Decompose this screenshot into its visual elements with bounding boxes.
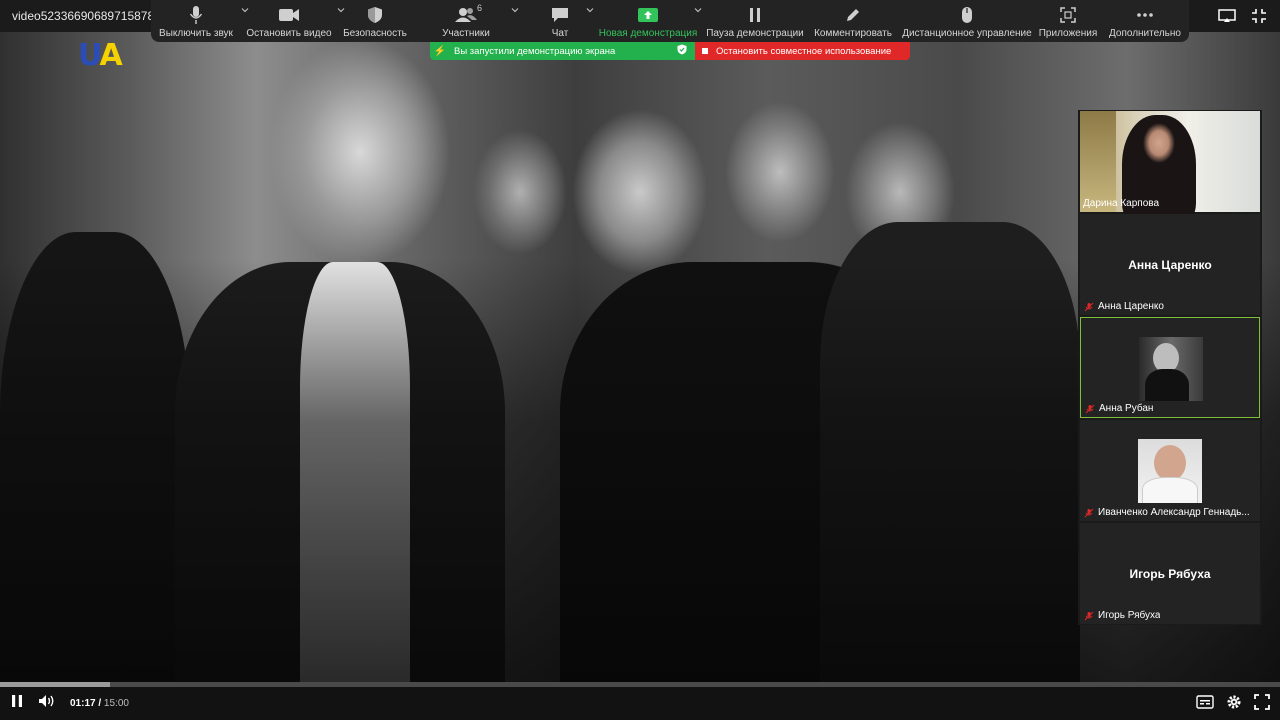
chat-label: Чат (551, 28, 569, 39)
chevron-down-icon[interactable] (586, 6, 594, 14)
avatar-body (1142, 477, 1198, 503)
sharing-status-text: Вы запустили демонстрацию экрана (454, 45, 616, 57)
participant-nameplate: Игорь Рябуха (1084, 610, 1256, 621)
player-right-controls (1196, 694, 1270, 715)
current-time: 01:17 (70, 698, 96, 709)
muted-microphone-icon (1084, 611, 1094, 620)
more-button[interactable]: Дополнительно (1108, 0, 1182, 42)
meeting-toolbar: Выключить звук Остановить видео Безопасн… (151, 0, 1189, 42)
apps-button[interactable]: Приложения (1038, 0, 1098, 42)
more-icon (1136, 5, 1154, 25)
chevron-down-icon[interactable] (694, 6, 702, 14)
participant-display-name: Игорь Рябуха (1129, 567, 1211, 581)
mute-button[interactable]: Выключить звук (151, 0, 249, 42)
mute-label: Выключить звук (159, 28, 233, 39)
pause-share-label: Пауза демонстрации (706, 28, 804, 39)
zoom-window: video523366906897158781 UA Выключить зву… (0, 0, 1280, 720)
duration: 15:00 (103, 698, 129, 709)
participant-nameplate: Иванченко Александр Геннадь... (1084, 507, 1256, 518)
participant-name: Анна Рубан (1099, 403, 1154, 414)
pause-icon (748, 5, 762, 25)
pause-share-button[interactable]: Пауза демонстрации (706, 0, 804, 42)
lightning-icon: ⚡ (433, 45, 447, 57)
shield-check-icon (677, 44, 695, 58)
participants-icon (454, 5, 478, 25)
annotate-label: Комментировать (814, 28, 892, 39)
participant-tile[interactable]: Игорь Рябуха Игорь Рябуха (1080, 523, 1260, 624)
participant-tile-active[interactable]: Анна Рубан (1080, 317, 1260, 418)
pause-icon[interactable] (10, 694, 24, 713)
cast-screen-icon[interactable] (1216, 5, 1238, 27)
volume-icon[interactable] (38, 694, 56, 713)
shield-icon (367, 5, 383, 25)
captions-icon[interactable] (1196, 695, 1214, 714)
annotate-button[interactable]: Комментировать (812, 0, 894, 42)
pencil-icon (845, 5, 861, 25)
participant-tile[interactable]: Иванченко Александр Геннадь... (1080, 420, 1260, 521)
participant-avatar (1138, 439, 1202, 503)
background-door (1080, 111, 1116, 212)
participant-name: Иванченко Александр Геннадь... (1098, 507, 1250, 518)
time-separator: / (95, 698, 104, 709)
participant-nameplate: Анна Рубан (1085, 403, 1255, 414)
playback-time: 01:17 / 15:00 (70, 698, 129, 709)
seek-bar-progress (0, 682, 111, 687)
apps-icon (1060, 5, 1076, 25)
stop-video-button[interactable]: Остановить видео (241, 0, 345, 42)
participant-name: Анна Царенко (1098, 301, 1164, 312)
participant-tile-video[interactable]: Дарина Карпова (1080, 111, 1260, 225)
stop-video-label: Остановить видео (246, 28, 332, 39)
participant-nameplate: Дарина Карпова (1083, 198, 1256, 209)
chat-button[interactable]: Чат (540, 0, 594, 42)
more-label: Дополнительно (1109, 28, 1181, 39)
participants-count: 6 (477, 3, 483, 13)
seek-bar[interactable] (0, 682, 1280, 687)
fullscreen-exit-icon[interactable] (1248, 5, 1270, 27)
participant-name: Игорь Рябуха (1098, 610, 1161, 621)
video-camera-icon (278, 5, 300, 25)
remote-control-button[interactable]: Дистанционное управление (902, 0, 1032, 42)
new-share-label: Новая демонстрация (598, 28, 698, 39)
security-label: Безопасность (343, 28, 407, 39)
participant-display-name: Анна Царенко (1128, 258, 1212, 272)
mouse-icon (961, 5, 973, 25)
participants-gallery: Дарина Карпова Анна Царенко Анна Царенко… (1078, 110, 1262, 625)
participant-video-feed (1080, 111, 1260, 225)
muted-microphone-icon (1084, 302, 1094, 311)
chat-icon (551, 5, 569, 25)
video-player-controls: 01:17 / 15:00 (0, 682, 1280, 720)
remote-control-label: Дистанционное управление (902, 28, 1032, 39)
participant-nameplate: Анна Царенко (1084, 301, 1256, 312)
stop-share-label: Остановить совместное использование (716, 45, 892, 57)
security-button[interactable]: Безопасность (341, 0, 409, 42)
new-share-button[interactable]: Новая демонстрация (598, 0, 702, 42)
avatar-face (1154, 445, 1186, 481)
sharing-status-banner[interactable]: ⚡ Вы запустили демонстрацию экрана (430, 42, 695, 60)
stop-square-icon (702, 48, 708, 54)
window-controls (1216, 0, 1280, 32)
avatar-body (1145, 369, 1189, 401)
gear-icon[interactable] (1226, 694, 1242, 715)
chevron-down-icon[interactable] (511, 6, 519, 14)
participants-button[interactable]: 6 Участники (431, 0, 519, 42)
apps-label: Приложения (1038, 28, 1098, 39)
muted-microphone-icon (1084, 508, 1094, 517)
share-screen-icon (638, 5, 658, 25)
participant-name: Дарина Карпова (1083, 198, 1160, 209)
participant-avatar (1139, 337, 1203, 401)
participants-label: Участники (442, 28, 490, 39)
muted-microphone-icon (1085, 404, 1095, 413)
window-title: video523366906897158781 (12, 9, 154, 23)
fullscreen-icon[interactable] (1254, 694, 1270, 715)
player-left-controls: 01:17 / 15:00 (10, 694, 129, 713)
microphone-icon (189, 5, 203, 25)
participant-tile[interactable]: Анна Царенко Анна Царенко (1080, 214, 1260, 315)
stop-share-button[interactable]: Остановить совместное использование (695, 42, 910, 60)
